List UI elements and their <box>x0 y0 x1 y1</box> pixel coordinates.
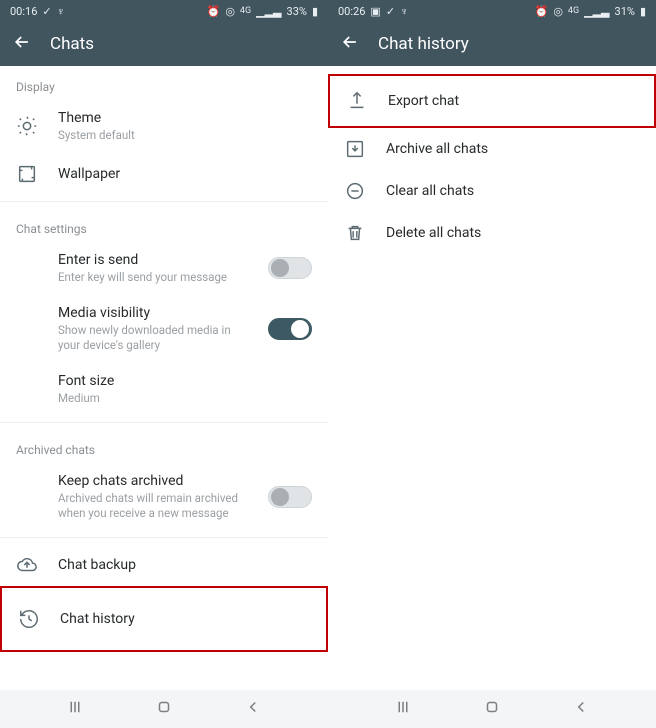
page-title: Chat history <box>378 34 469 54</box>
wallpaper-title: Wallpaper <box>58 166 312 182</box>
trash-icon <box>344 222 366 244</box>
chat-backup-row[interactable]: Chat backup <box>0 544 328 586</box>
recents-icon[interactable] <box>394 698 412 720</box>
back-icon[interactable] <box>12 32 32 56</box>
wallpaper-row[interactable]: Wallpaper <box>0 153 328 195</box>
export-chat-row[interactable]: Export chat <box>328 74 656 128</box>
chat-history-row[interactable]: Chat history <box>0 586 328 652</box>
left-screen: 00:16 ✓ ♆ ⏰ ◎ 4G ▁▂▃ 33% ▮ Chats Display… <box>0 0 328 728</box>
alarm-icon: ⏰ <box>535 5 549 18</box>
keep-archived-row[interactable]: Keep chats archived Archived chats will … <box>0 463 328 531</box>
wallpaper-icon <box>16 163 38 185</box>
media-visibility-row[interactable]: Media visibility Show newly downloaded m… <box>0 295 328 363</box>
theme-sub: System default <box>58 128 248 143</box>
keep-arch-sub: Archived chats will remain archived when… <box>58 491 248 521</box>
export-title: Export chat <box>388 93 638 109</box>
battery-text: 33% <box>287 5 307 18</box>
back-icon[interactable] <box>340 32 360 56</box>
status-psi-icon: ♆ <box>57 5 65 18</box>
home-icon[interactable] <box>483 698 501 720</box>
wifi-icon: ◎ <box>553 5 563 18</box>
back-nav-icon[interactable] <box>572 698 590 720</box>
keep-arch-title: Keep chats archived <box>58 473 248 489</box>
battery-icon: ▮ <box>312 5 318 18</box>
network-4g-icon: 4G <box>568 6 579 16</box>
battery-text: 31% <box>615 5 635 18</box>
status-check-icon: ✓ <box>42 5 51 18</box>
media-vis-toggle[interactable] <box>268 318 312 340</box>
android-navbar <box>328 690 656 728</box>
status-bar: 00:16 ✓ ♆ ⏰ ◎ 4G ▁▂▃ 33% ▮ <box>0 0 328 22</box>
media-vis-title: Media visibility <box>58 305 248 321</box>
network-4g-icon: 4G <box>240 6 251 16</box>
alarm-icon: ⏰ <box>207 5 221 18</box>
clear-title: Clear all chats <box>386 183 640 199</box>
app-bar: Chats <box>0 22 328 66</box>
history-icon <box>18 608 40 630</box>
theme-title: Theme <box>58 110 312 126</box>
font-size-row[interactable]: Font size Medium <box>0 363 328 416</box>
status-time: 00:16 <box>10 5 37 18</box>
enter-send-row[interactable]: Enter is send Enter key will send your m… <box>0 242 328 295</box>
enter-send-title: Enter is send <box>58 252 248 268</box>
media-vis-sub: Show newly downloaded media in your devi… <box>58 323 248 353</box>
status-check-icon: ✓ <box>386 5 395 18</box>
status-bar: 00:26 ▣ ✓ ♆ ⏰ ◎ 4G ▁▂▃ 31% ▮ <box>328 0 656 22</box>
delete-title: Delete all chats <box>386 225 640 241</box>
status-image-icon: ▣ <box>370 5 380 18</box>
back-nav-icon[interactable] <box>244 698 262 720</box>
chat-history-title: Chat history <box>60 611 310 627</box>
divider <box>0 201 328 202</box>
settings-content: Display Theme System default Wallpaper C… <box>0 66 328 728</box>
section-chat-settings: Chat settings <box>0 208 328 242</box>
wifi-icon: ◎ <box>225 5 235 18</box>
recents-icon[interactable] <box>66 698 84 720</box>
status-time: 00:26 <box>338 5 365 18</box>
app-bar: Chat history <box>328 22 656 66</box>
signal-icon: ▁▂▃ <box>256 5 281 18</box>
chat-backup-title: Chat backup <box>58 557 312 573</box>
font-size-sub: Medium <box>58 391 248 406</box>
home-icon[interactable] <box>155 698 173 720</box>
right-screen: 00:26 ▣ ✓ ♆ ⏰ ◎ 4G ▁▂▃ 31% ▮ Chat histor… <box>328 0 656 728</box>
section-display: Display <box>0 66 328 100</box>
divider <box>0 422 328 423</box>
minus-circle-icon <box>344 180 366 202</box>
archive-all-row[interactable]: Archive all chats <box>328 128 656 170</box>
divider <box>0 537 328 538</box>
battery-icon: ▮ <box>640 5 646 18</box>
android-navbar <box>0 690 328 728</box>
delete-all-row[interactable]: Delete all chats <box>328 212 656 254</box>
cloud-upload-icon <box>16 554 38 576</box>
font-size-title: Font size <box>58 373 312 389</box>
signal-icon: ▁▂▃ <box>584 5 609 18</box>
keep-arch-toggle[interactable] <box>268 486 312 508</box>
status-psi-icon: ♆ <box>400 5 408 18</box>
history-content: Export chat Archive all chats Clear all … <box>328 66 656 728</box>
enter-send-sub: Enter key will send your message <box>58 270 248 285</box>
theme-row[interactable]: Theme System default <box>0 100 328 153</box>
upload-icon <box>346 90 368 112</box>
archive-icon <box>344 138 366 160</box>
page-title: Chats <box>50 34 94 54</box>
clear-all-row[interactable]: Clear all chats <box>328 170 656 212</box>
archive-title: Archive all chats <box>386 141 640 157</box>
section-archived: Archived chats <box>0 429 328 463</box>
theme-icon <box>16 115 38 137</box>
enter-send-toggle[interactable] <box>268 257 312 279</box>
